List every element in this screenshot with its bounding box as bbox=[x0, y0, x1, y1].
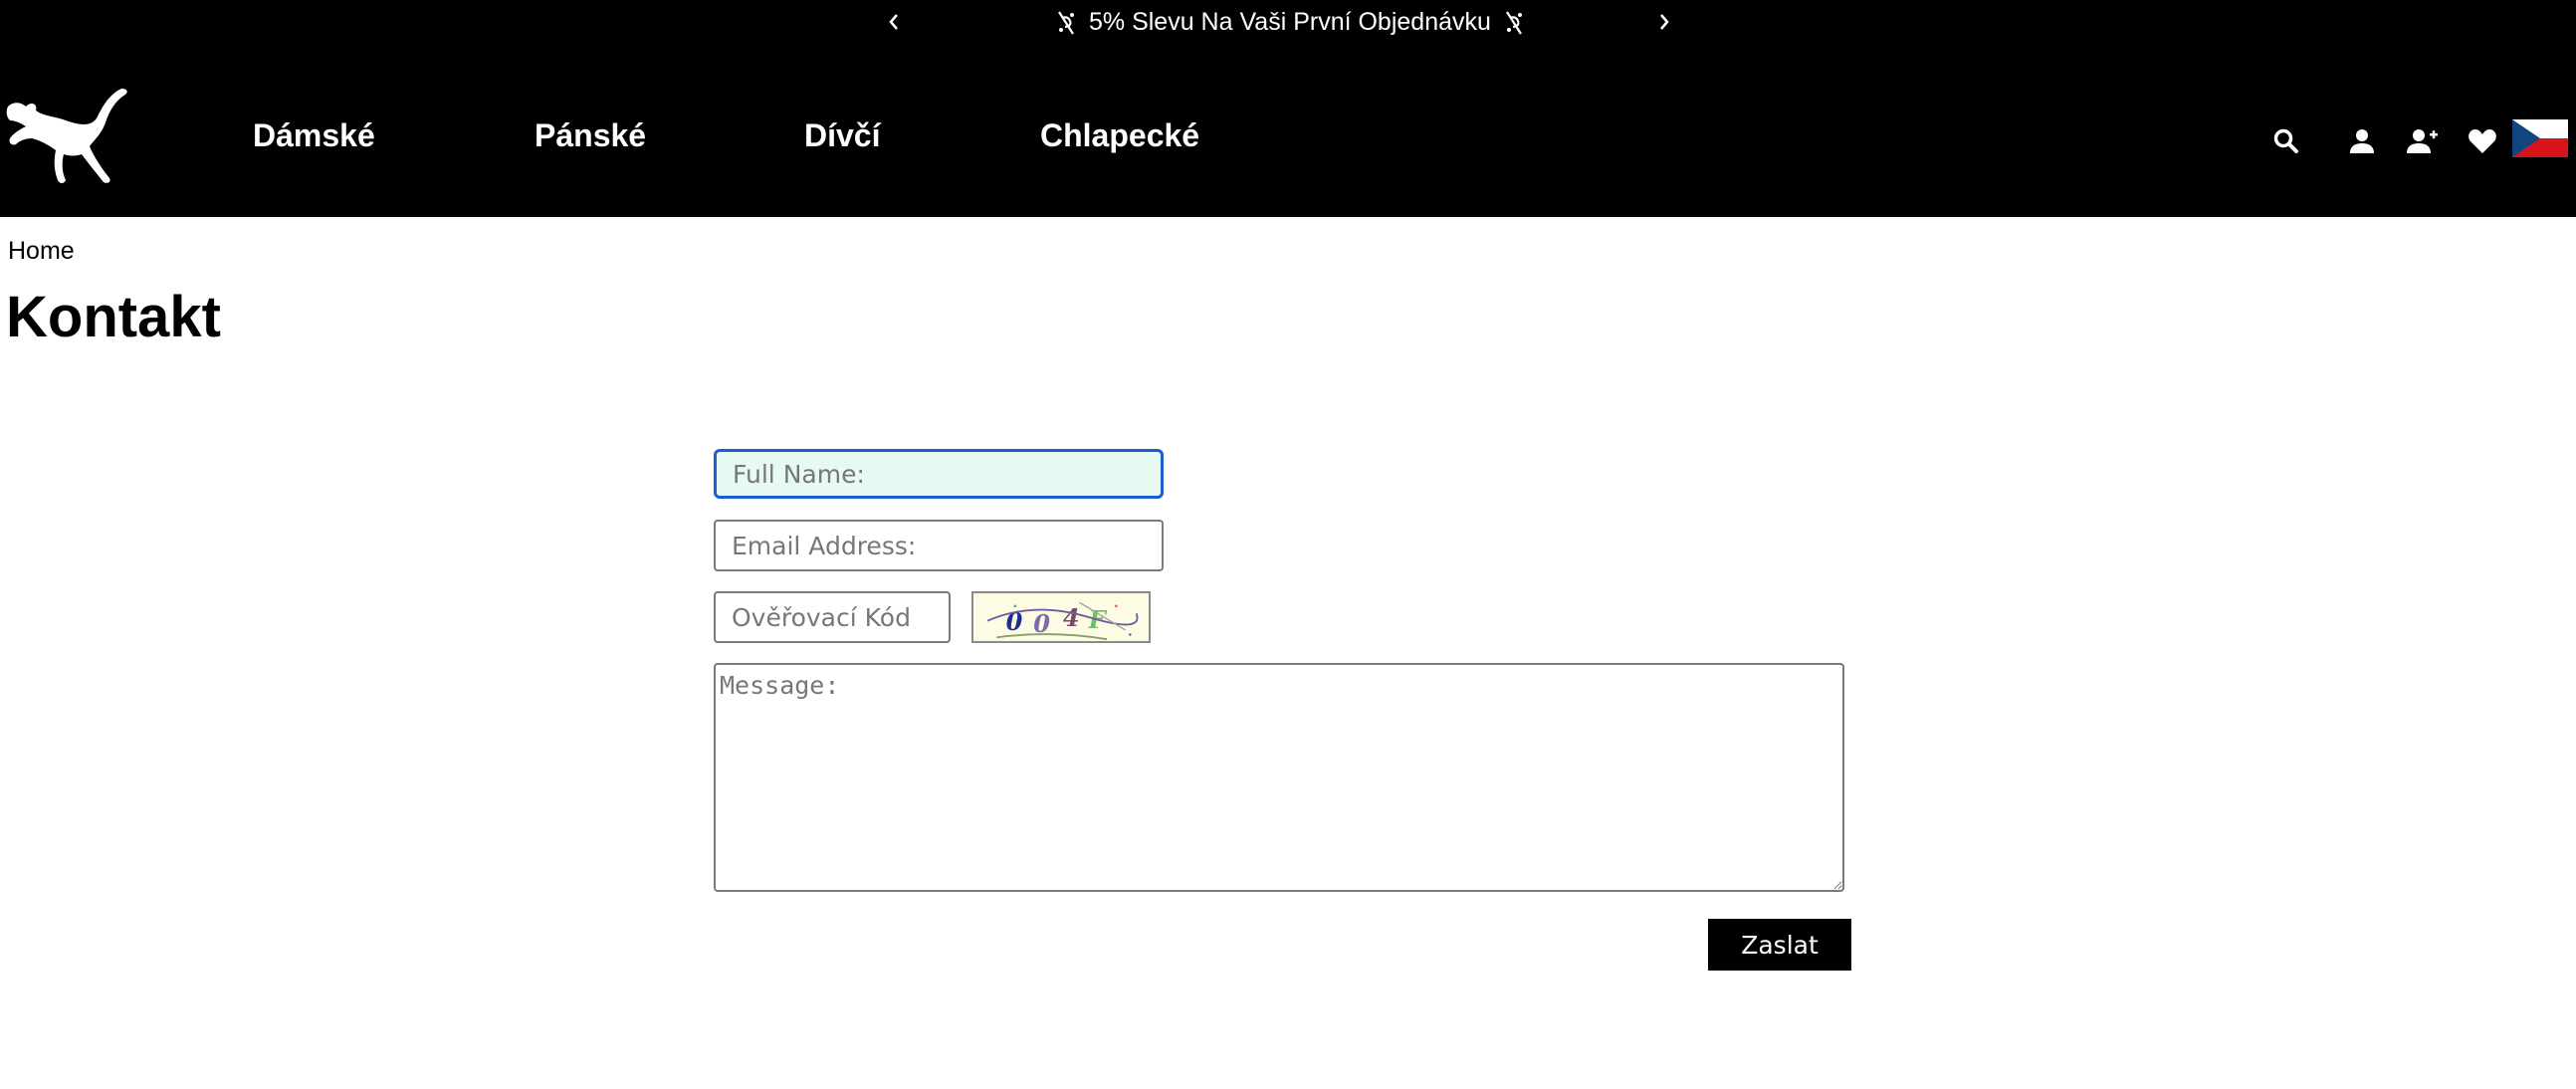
puma-logo[interactable] bbox=[4, 87, 129, 186]
register-button[interactable] bbox=[2401, 120, 2443, 162]
user-icon bbox=[2350, 129, 2374, 153]
chevron-right-icon bbox=[1660, 14, 1669, 30]
promo-bar: 5% Slevu Na Vaši První Objednávku bbox=[0, 0, 2576, 45]
discount-tag-icon bbox=[1501, 8, 1527, 38]
page-title: Kontakt bbox=[6, 285, 221, 349]
search-button[interactable] bbox=[2265, 120, 2307, 162]
submit-button[interactable]: Zaslat bbox=[1708, 919, 1851, 971]
promo-prev-button[interactable] bbox=[874, 4, 914, 40]
chevron-left-icon bbox=[889, 14, 898, 30]
nav-womens[interactable]: Dámské bbox=[253, 119, 375, 151]
message-textarea[interactable] bbox=[714, 663, 1844, 892]
site-header: Dámské Pánské Dívčí Chlapecké bbox=[0, 45, 2576, 217]
captcha-image[interactable]: 0 0 4 F bbox=[971, 591, 1151, 643]
register-icon bbox=[2407, 129, 2438, 153]
discount-tag-icon bbox=[1053, 8, 1079, 38]
email-input[interactable] bbox=[714, 520, 1164, 571]
nav-girls[interactable]: Dívčí bbox=[804, 119, 880, 151]
nav-mens[interactable]: Pánské bbox=[535, 119, 646, 151]
account-button[interactable] bbox=[2341, 120, 2383, 162]
wishlist-button[interactable] bbox=[2462, 120, 2503, 162]
promo-next-button[interactable] bbox=[1644, 4, 1684, 40]
captcha-text: 0 0 4 F bbox=[1006, 603, 1108, 638]
search-icon bbox=[2273, 128, 2298, 153]
czech-flag-icon[interactable] bbox=[2512, 119, 2568, 157]
wishlist-heart-icon bbox=[2469, 129, 2496, 153]
breadcrumb-home[interactable]: Home bbox=[8, 237, 75, 266]
svg-text:4: 4 bbox=[1063, 603, 1080, 632]
full-name-input[interactable] bbox=[714, 449, 1164, 499]
promo-text: 5% Slevu Na Vaši První Objednávku bbox=[1089, 8, 1491, 36]
promo-message[interactable]: 5% Slevu Na Vaši První Objednávku bbox=[1053, 0, 1527, 45]
nav-boys[interactable]: Chlapecké bbox=[1040, 119, 1199, 151]
verification-code-input[interactable] bbox=[714, 591, 951, 643]
